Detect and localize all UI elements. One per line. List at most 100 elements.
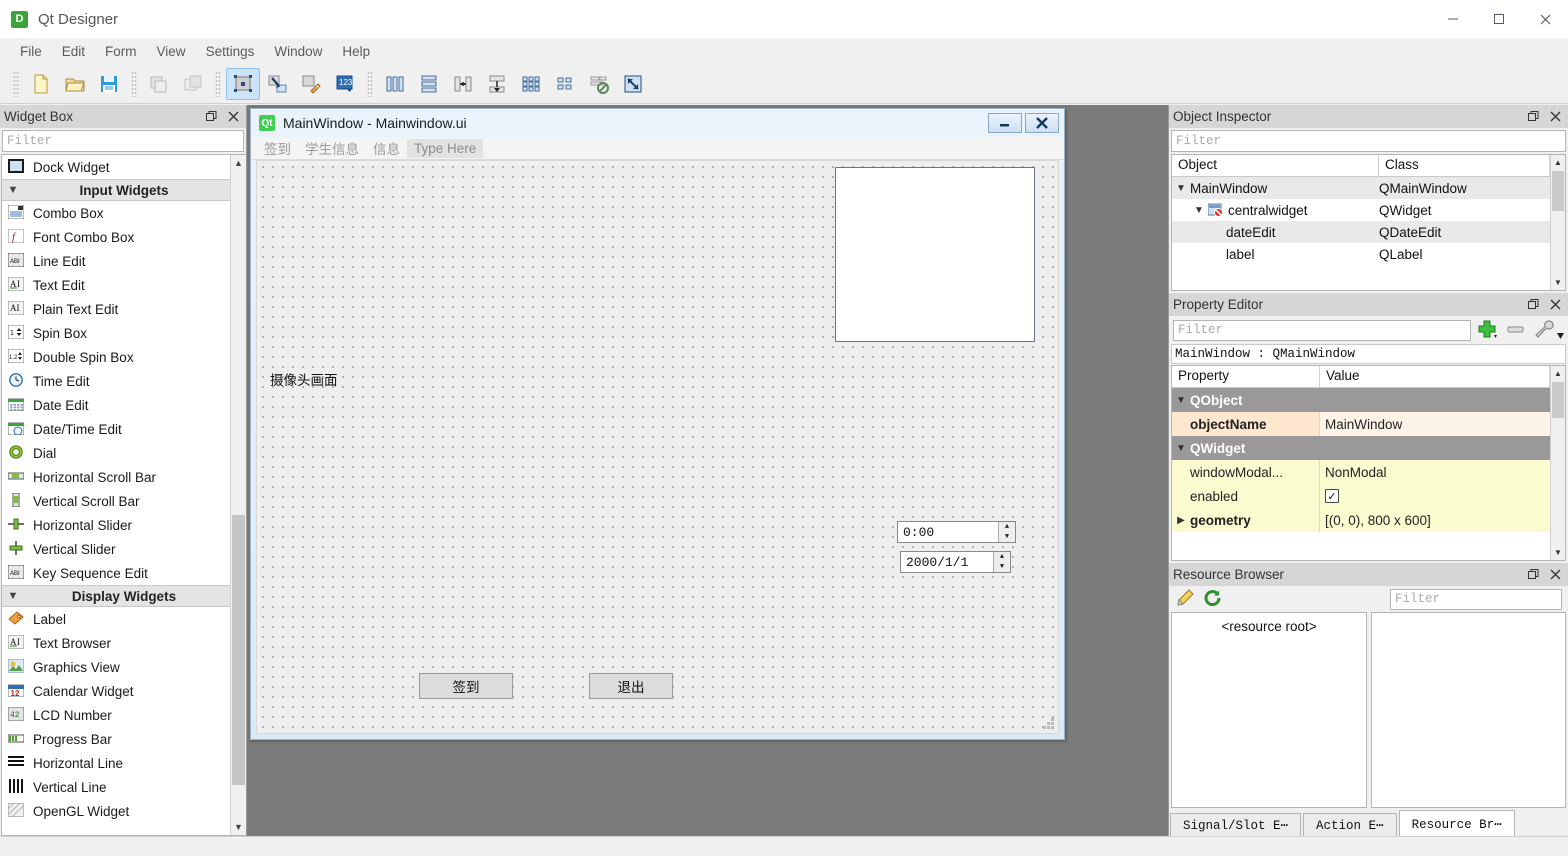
open-form-button[interactable]: [58, 68, 92, 100]
property-editor-value[interactable]: MainWindow: [1320, 412, 1550, 436]
widget-box-item-lcd-number[interactable]: 42 LCD Number: [2, 703, 246, 727]
widget-box-item-double-spin-box[interactable]: 1.2 Double Spin Box: [2, 345, 246, 369]
property-editor-row[interactable]: ▼ QObject: [1172, 388, 1550, 412]
scroll-down-icon[interactable]: ▼: [1551, 275, 1565, 290]
date-edit-widget[interactable]: 2000/1/1 ▲ ▼: [900, 551, 1011, 573]
widget-box-item-date-time-edit[interactable]: Date/Time Edit: [2, 417, 246, 441]
property-editor-value[interactable]: [(0, 0), 800 x 600]: [1320, 508, 1550, 532]
close-icon[interactable]: [1544, 565, 1566, 585]
column-property[interactable]: Property: [1172, 366, 1320, 387]
widget-box-item-line-edit[interactable]: ABI Line Edit: [2, 249, 246, 273]
object-inspector-row[interactable]: ▼ MainWindow QMainWindow: [1172, 177, 1550, 199]
time-edit-widget[interactable]: 0:00 ▲ ▼: [897, 521, 1016, 543]
property-editor-table[interactable]: Property Value ▼ QObject objectName MainWin…: [1171, 365, 1566, 561]
widget-box-item-calendar-widget[interactable]: 12 Calendar Widget: [2, 679, 246, 703]
float-icon[interactable]: [1522, 295, 1544, 315]
form-menu-type-here[interactable]: Type Here: [407, 138, 484, 158]
object-inspector-row[interactable]: label QLabel: [1172, 243, 1550, 265]
layout-form-button[interactable]: [548, 68, 582, 100]
column-class[interactable]: Class: [1379, 155, 1550, 176]
widget-box-item-font-combo-box[interactable]: f Font Combo Box: [2, 225, 246, 249]
layout-horizontally-button[interactable]: [378, 68, 412, 100]
property-editor-row[interactable]: ▶ geometry [(0, 0), 800 x 600]: [1172, 508, 1550, 532]
widget-box-item-date-edit[interactable]: Date Edit: [2, 393, 246, 417]
toolbar-grip[interactable]: [367, 70, 373, 97]
scroll-up-icon[interactable]: ▲: [1551, 155, 1565, 170]
widget-box-list[interactable]: Dock Widget ▼ Input Widgets Combo Box f Font …: [1, 154, 246, 836]
widget-box-item-key-sequence-edit[interactable]: ABI Key Sequence Edit: [2, 561, 246, 585]
property-editor-scrollbar[interactable]: ▲ ▼: [1550, 366, 1565, 560]
form-close-button[interactable]: [1025, 113, 1059, 133]
menu-item-settings[interactable]: Settings: [196, 41, 265, 62]
object-inspector-tree[interactable]: Object Class ▼ MainWindow QMainWindow ▼ cent…: [1171, 154, 1566, 291]
resource-root-item[interactable]: <resource root>: [1172, 619, 1366, 634]
scroll-up-icon[interactable]: ▲: [1551, 366, 1565, 381]
object-inspector-filter-input[interactable]: Filter: [1171, 130, 1566, 152]
scroll-down-icon[interactable]: ▼: [1551, 545, 1565, 560]
object-inspector-row[interactable]: ▼ centralwidget QWidget: [1172, 199, 1550, 221]
widget-box-item-vertical-line[interactable]: Vertical Line: [2, 775, 246, 799]
widget-box-group-input-widgets[interactable]: ▼ Input Widgets: [2, 179, 246, 201]
toolbar-grip[interactable]: [13, 70, 19, 97]
column-object[interactable]: Object: [1172, 155, 1379, 176]
time-edit-steppers[interactable]: ▲ ▼: [998, 522, 1015, 542]
reload-icon[interactable]: [1203, 589, 1223, 610]
scroll-down-icon[interactable]: ▼: [231, 819, 246, 835]
widget-box-item-combo-box[interactable]: Combo Box: [2, 201, 246, 225]
minimize-icon[interactable]: [1430, 0, 1476, 38]
scrollbar-thumb[interactable]: [232, 515, 245, 785]
widget-box-item-graphics-view[interactable]: Graphics View: [2, 655, 246, 679]
property-editor-row[interactable]: ▼ QWidget: [1172, 436, 1550, 460]
sign-in-button[interactable]: 签到: [419, 673, 513, 699]
close-icon[interactable]: [1522, 0, 1568, 38]
close-icon[interactable]: [1544, 107, 1566, 127]
widget-box-group-display-widgets[interactable]: ▼ Display Widgets: [2, 585, 246, 607]
widget-box-item-dial[interactable]: Dial: [2, 441, 246, 465]
undo-button[interactable]: [142, 68, 176, 100]
tab-resource-browser[interactable]: Resource Br⋯: [1398, 810, 1515, 836]
edit-widgets-button[interactable]: [226, 67, 260, 100]
scrollbar-thumb[interactable]: [1552, 171, 1564, 211]
property-editor-value[interactable]: [1320, 388, 1550, 412]
break-layout-button[interactable]: [582, 68, 616, 100]
edit-signals-slots-button[interactable]: [260, 68, 294, 100]
resource-tree[interactable]: <resource root>: [1171, 612, 1367, 808]
column-value[interactable]: Value: [1320, 366, 1550, 387]
widget-box-item-plain-text-edit[interactable]: AI Plain Text Edit: [2, 297, 246, 321]
form-menu-item-student[interactable]: 学生信息: [298, 136, 366, 160]
layout-grid-button[interactable]: [514, 68, 548, 100]
layout-splitter-horizontal-button[interactable]: [446, 68, 480, 100]
form-menu-bar[interactable]: 签到 学生信息 信息 Type Here: [251, 137, 1064, 160]
resource-browser-filter-input[interactable]: Filter: [1390, 588, 1562, 610]
menu-item-window[interactable]: Window: [264, 41, 332, 62]
form-title-bar[interactable]: Qt MainWindow - Mainwindow.ui: [251, 109, 1064, 137]
property-editor-value[interactable]: NonModal: [1320, 460, 1550, 484]
configure-property-editor-button[interactable]: [1533, 319, 1564, 342]
form-menu-item-signin[interactable]: 签到: [257, 136, 298, 160]
float-icon[interactable]: [200, 107, 222, 127]
widget-box-filter-input[interactable]: Filter: [2, 130, 244, 152]
property-editor-filter-input[interactable]: Filter: [1173, 319, 1472, 341]
close-icon[interactable]: [222, 107, 244, 127]
menu-item-help[interactable]: Help: [332, 41, 380, 62]
layout-splitter-vertical-button[interactable]: [480, 68, 514, 100]
menu-item-edit[interactable]: Edit: [52, 41, 95, 62]
float-icon[interactable]: [1522, 565, 1544, 585]
widget-box-item-vertical-scroll-bar[interactable]: Vertical Scroll Bar: [2, 489, 246, 513]
camera-label[interactable]: 摄像头画面: [270, 369, 338, 389]
menu-item-form[interactable]: Form: [95, 41, 147, 62]
form-workspace[interactable]: Qt MainWindow - Mainwindow.ui 签到 学生信息 信息…: [247, 105, 1168, 836]
chevron-down-icon[interactable]: ▼: [1172, 443, 1190, 454]
menu-item-view[interactable]: View: [147, 41, 196, 62]
menu-item-file[interactable]: File: [10, 41, 52, 62]
widget-box-item-opengl-widget[interactable]: OpenGL Widget: [2, 799, 246, 823]
widget-box-item-horizontal-slider[interactable]: Horizontal Slider: [2, 513, 246, 537]
widget-box-item-dock-widget[interactable]: Dock Widget: [2, 155, 246, 179]
property-editor-row[interactable]: windowModal... NonModal: [1172, 460, 1550, 484]
add-dynamic-property-button[interactable]: [1477, 319, 1499, 342]
form-minimize-button[interactable]: [988, 113, 1022, 133]
save-form-button[interactable]: [92, 68, 126, 100]
property-editor-row[interactable]: enabled ✓: [1172, 484, 1550, 508]
form-resize-grip[interactable]: [1043, 718, 1055, 730]
close-icon[interactable]: [1544, 295, 1566, 315]
